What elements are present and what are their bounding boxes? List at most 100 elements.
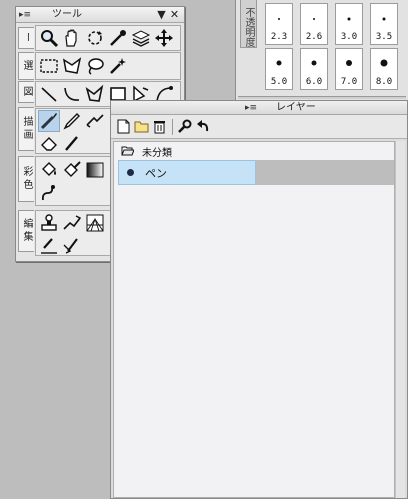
gradient-icon xyxy=(86,162,104,178)
eyedropper-tool[interactable] xyxy=(107,27,129,49)
vector-line-tool[interactable] xyxy=(61,234,83,256)
tool-category-tab[interactable]: 彩色 xyxy=(18,156,34,202)
airbrush-icon xyxy=(86,114,104,128)
correct-line-tool[interactable] xyxy=(61,212,83,234)
rectangle-select-icon xyxy=(40,59,58,73)
minimize-button[interactable]: ▼ xyxy=(156,7,167,23)
vector-pen-icon xyxy=(63,238,78,254)
opacity-tab[interactable]: 不透明度 xyxy=(240,0,257,48)
opacity-tab-label: 不透明度 xyxy=(243,7,254,47)
pencil-icon xyxy=(63,113,80,130)
tool-category-tab[interactable]: ー xyxy=(18,27,34,49)
panel-splitter[interactable] xyxy=(238,96,406,99)
close-button[interactable]: ✕ xyxy=(169,7,180,23)
eyedropper-icon xyxy=(110,30,126,46)
fill-line-tool[interactable] xyxy=(61,159,83,181)
layer-property-button[interactable] xyxy=(176,118,193,135)
brush-size-cell[interactable]: 3.0 xyxy=(335,3,363,45)
brush-size-value: 8.0 xyxy=(375,77,393,87)
gradient-tool[interactable] xyxy=(84,159,106,181)
brush-size-value: 6.0 xyxy=(305,77,323,87)
polygon-select-tool[interactable] xyxy=(61,55,83,77)
layer-move-tool[interactable] xyxy=(130,27,152,49)
smudge-icon xyxy=(41,185,55,201)
polyline-tool[interactable] xyxy=(84,83,106,105)
lasso-tool[interactable] xyxy=(84,55,106,77)
ruler-pen-icon xyxy=(41,238,57,254)
layer-selection-highlight xyxy=(118,160,256,185)
layer-panel-titlebar[interactable]: ▸≡ レイヤー xyxy=(111,101,407,115)
panel-menu-icon[interactable]: ▸≡ xyxy=(245,101,257,115)
brush-size-cell[interactable]: 8.0 xyxy=(370,48,398,90)
tool-category-label: 描画 xyxy=(21,116,32,142)
move-tool[interactable] xyxy=(153,27,175,49)
pen-tool[interactable] xyxy=(38,110,60,132)
brush-size-value: 2.3 xyxy=(270,32,288,42)
eraser-icon xyxy=(41,137,57,151)
brush-size-cell[interactable]: 2.6 xyxy=(300,3,328,45)
rect-select-tool[interactable] xyxy=(38,55,60,77)
panel-menu-icon[interactable]: ▸≡ xyxy=(19,7,31,23)
brush-size-cell[interactable]: 3.5 xyxy=(370,3,398,45)
brush-size-value: 5.0 xyxy=(270,77,288,87)
layer-panel-title: レイヤー xyxy=(276,102,316,113)
layer-list-scrollbar[interactable] xyxy=(395,141,405,498)
magic-wand-tool[interactable] xyxy=(107,55,129,77)
tool-category-tab[interactable]: 選 xyxy=(18,52,34,80)
tool-window-title: ツール xyxy=(52,9,82,20)
marker-tool[interactable] xyxy=(61,132,83,154)
layer-visibility-icon[interactable] xyxy=(127,169,134,176)
eraser-tool[interactable] xyxy=(38,132,60,154)
airbrush-tool[interactable] xyxy=(84,110,106,132)
new-folder-button[interactable] xyxy=(133,118,150,135)
layer-name: ペン xyxy=(145,167,167,180)
blend-tool[interactable] xyxy=(38,182,60,204)
pencil-tool[interactable] xyxy=(61,110,83,132)
curve-icon xyxy=(64,87,80,101)
fill-pen-icon xyxy=(64,161,81,177)
polyline-icon xyxy=(85,84,104,102)
hand-icon xyxy=(65,29,77,47)
perspective-ruler-tool[interactable] xyxy=(84,212,106,234)
fill-tool[interactable] xyxy=(38,159,60,181)
line-tool[interactable] xyxy=(38,83,60,105)
tool-group-navigate xyxy=(35,25,181,51)
delete-layer-button[interactable] xyxy=(151,118,168,135)
brush-size-cell[interactable]: 2.3 xyxy=(265,3,293,45)
wrench-icon xyxy=(178,119,192,133)
layer-row[interactable]: ペン xyxy=(118,160,394,185)
brush-size-panel: 不透明度 2.3 2.6 3.0 3.5 5.0 6.0 7.0 8.0 xyxy=(235,0,408,100)
pen-icon xyxy=(40,113,57,130)
layers-icon xyxy=(131,30,151,47)
tool-category-tab[interactable]: 編集 xyxy=(18,210,34,252)
tool-category-tab[interactable]: 描画 xyxy=(18,107,34,151)
tool-category-label: 選 xyxy=(21,59,32,73)
curve-tool[interactable] xyxy=(61,83,83,105)
hand-tool[interactable] xyxy=(61,27,83,49)
tool-window-titlebar[interactable]: ▸≡ ツール ▼ ✕ xyxy=(16,7,184,23)
brush-size-cell[interactable]: 6.0 xyxy=(300,48,328,90)
trash-icon xyxy=(154,121,165,134)
marker-icon xyxy=(65,136,78,151)
stamp-icon xyxy=(41,214,57,231)
line-icon xyxy=(41,87,57,102)
layer-panel: ▸≡ レイヤー 未分類 ペン xyxy=(110,100,408,499)
brush-size-value: 3.0 xyxy=(340,32,358,42)
zoom-tool[interactable] xyxy=(38,27,60,49)
polygon-select-icon xyxy=(62,57,82,74)
toolbar-divider xyxy=(172,119,173,135)
tool-category-tab[interactable]: 図 xyxy=(18,81,34,103)
brush-size-cell[interactable]: 5.0 xyxy=(265,48,293,90)
layer-folder-row[interactable]: 未分類 xyxy=(114,143,394,159)
ruler-tool[interactable] xyxy=(38,234,60,256)
perspective-grid-icon xyxy=(86,214,104,232)
brush-size-value: 2.6 xyxy=(305,32,323,42)
rotate-tool[interactable] xyxy=(84,27,106,49)
brush-size-cell[interactable]: 7.0 xyxy=(335,48,363,90)
new-layer-button[interactable] xyxy=(115,118,132,135)
stamp-tool[interactable] xyxy=(38,212,60,234)
tool-category-label: 彩色 xyxy=(21,166,32,192)
paint-bucket-icon xyxy=(42,162,56,176)
undo-button[interactable] xyxy=(194,118,211,135)
magic-wand-icon xyxy=(110,58,126,74)
